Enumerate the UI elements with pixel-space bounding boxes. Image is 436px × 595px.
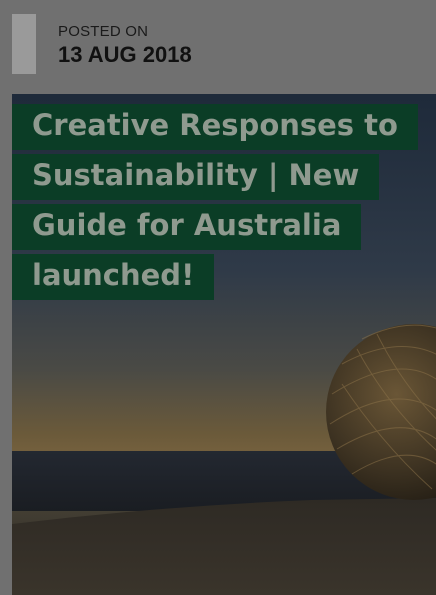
date-accent-bar (12, 14, 36, 74)
blog-post-card: POSTED ON 13 AUG 2018 Creative Responses… (0, 0, 436, 595)
post-date-block: POSTED ON 13 AUG 2018 (12, 14, 192, 74)
article-title[interactable]: Creative Responses to Sustainability | N… (12, 100, 418, 300)
article-title-text[interactable]: Creative Responses to Sustainability | N… (12, 104, 418, 300)
posted-on-label: POSTED ON (58, 23, 149, 40)
hero-image-link[interactable]: Creative Responses to Sustainability | N… (12, 94, 436, 595)
posted-date: 13 AUG 2018 (58, 42, 192, 67)
date-text-group: POSTED ON 13 AUG 2018 (58, 14, 192, 74)
